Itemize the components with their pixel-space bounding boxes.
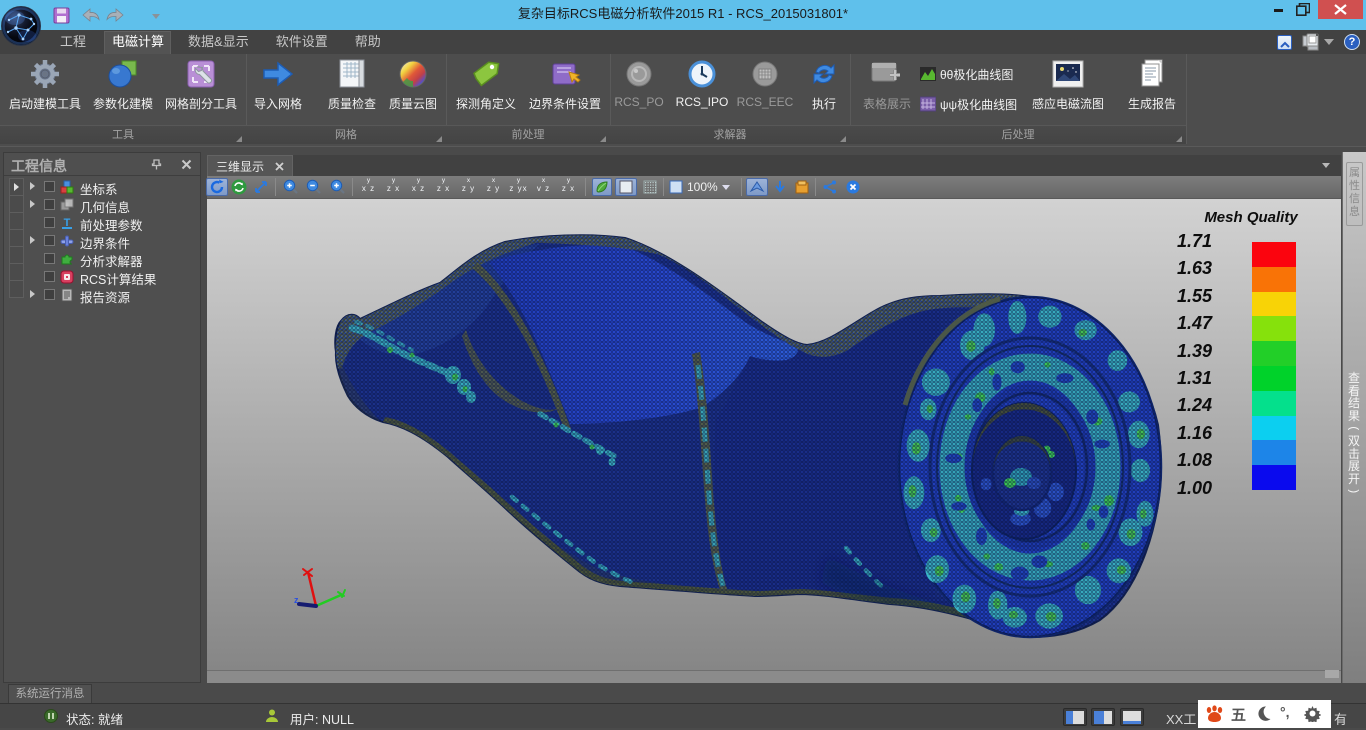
svg-text:z: z (294, 595, 299, 605)
